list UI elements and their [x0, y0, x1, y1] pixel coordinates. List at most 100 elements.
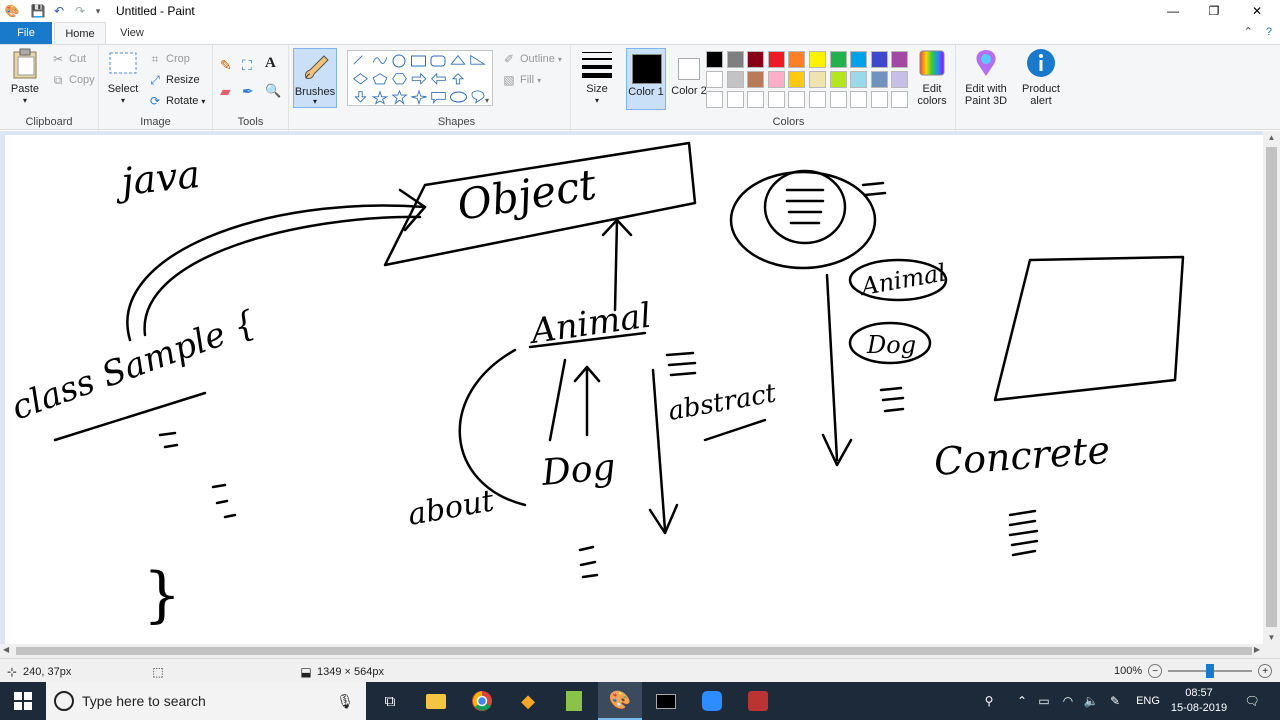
- color1-button[interactable]: Color 1: [626, 48, 666, 110]
- palette-swatch[interactable]: [788, 71, 806, 88]
- horizontal-scrollbar[interactable]: ◀ ▶: [0, 644, 1280, 658]
- palette-swatch[interactable]: [767, 51, 785, 68]
- shape-option-icon[interactable]: [451, 73, 465, 85]
- magnifier-icon[interactable]: 🔍: [265, 83, 281, 99]
- product-alert-button[interactable]: Product alert: [1018, 47, 1064, 107]
- tray-chevron-icon[interactable]: ⌃: [1012, 682, 1032, 720]
- palette-swatch[interactable]: [829, 51, 847, 68]
- shape-option-icon[interactable]: [471, 90, 485, 104]
- palette-swatch[interactable]: [870, 71, 888, 88]
- shape-option-icon[interactable]: [371, 90, 389, 105]
- shape-option-icon[interactable]: [392, 54, 406, 68]
- shape-option-icon[interactable]: [411, 89, 427, 105]
- clock[interactable]: 08:57 15-08-2019: [1164, 686, 1234, 716]
- restore-button[interactable]: ❐: [1191, 0, 1237, 22]
- palette-swatch[interactable]: [829, 71, 847, 88]
- shape-option-icon[interactable]: [354, 91, 367, 103]
- zoom-thumb[interactable]: [1206, 664, 1215, 678]
- help-icon[interactable]: ?: [1266, 26, 1272, 38]
- custom-color-slot[interactable]: [788, 91, 806, 108]
- shapes-more-icon[interactable]: ▾: [485, 96, 489, 105]
- shape-option-icon[interactable]: [431, 72, 446, 85]
- shape-option-icon[interactable]: [411, 55, 426, 67]
- outline-button[interactable]: ✐ Outline ▾: [501, 51, 562, 67]
- shape-option-icon[interactable]: [352, 73, 369, 85]
- notepad-plus-icon[interactable]: [552, 682, 596, 720]
- scroll-left-icon[interactable]: ◀: [3, 645, 9, 654]
- vertical-scrollbar[interactable]: ▲ ▼: [1263, 131, 1280, 644]
- custom-color-slot[interactable]: [706, 91, 723, 108]
- custom-color-slot[interactable]: [870, 91, 888, 108]
- text-tool-icon[interactable]: A: [265, 55, 276, 72]
- shape-option-icon[interactable]: [411, 72, 427, 85]
- horizontal-scroll-thumb[interactable]: [16, 647, 1252, 655]
- shape-option-icon[interactable]: [372, 73, 388, 85]
- paint-taskbar-icon[interactable]: 🎨: [598, 682, 642, 720]
- zoom-app-icon[interactable]: [690, 682, 734, 720]
- brushes-button[interactable]: Brushes ▾: [293, 48, 337, 108]
- shape-option-icon[interactable]: [431, 92, 446, 105]
- scroll-down-icon[interactable]: ▼: [1263, 633, 1280, 642]
- game-app-icon[interactable]: [736, 682, 780, 720]
- shape-option-icon[interactable]: [391, 89, 408, 105]
- language-indicator[interactable]: ENG: [1132, 682, 1164, 720]
- terminal-icon[interactable]: [644, 682, 688, 720]
- color-picker-icon[interactable]: ✒: [242, 83, 254, 100]
- zoom-out-icon[interactable]: −: [1148, 664, 1163, 678]
- custom-color-slot[interactable]: [850, 91, 868, 108]
- redo-icon[interactable]: ↷: [72, 3, 88, 19]
- zoom-in-icon[interactable]: +: [1258, 664, 1273, 678]
- edit-with-paint3d-button[interactable]: Edit with Paint 3D: [960, 47, 1012, 107]
- size-button[interactable]: Size ▾: [576, 47, 618, 107]
- task-view-icon[interactable]: ⧉: [368, 682, 412, 720]
- minimize-button[interactable]: —: [1150, 0, 1196, 22]
- fill-bucket-icon[interactable]: ⛶: [242, 57, 252, 74]
- crop-button[interactable]: ⌗ Crop: [147, 51, 190, 67]
- battery-icon[interactable]: ▭: [1034, 682, 1054, 720]
- git-app-icon[interactable]: ◆: [506, 682, 550, 720]
- shape-option-icon[interactable]: [372, 57, 388, 64]
- chrome-icon[interactable]: [460, 682, 504, 720]
- start-button[interactable]: [0, 682, 46, 720]
- scroll-right-icon[interactable]: ▶: [1254, 645, 1260, 654]
- fill-button[interactable]: ▧ Fill ▾: [501, 72, 541, 88]
- palette-swatch[interactable]: [747, 51, 765, 68]
- drawing-canvas[interactable]: java Object class Sample { } Animal Dog: [5, 135, 1265, 644]
- shape-option-icon[interactable]: [450, 55, 466, 65]
- custom-color-slot[interactable]: [747, 91, 765, 108]
- palette-swatch[interactable]: [767, 71, 785, 88]
- palette-swatch[interactable]: [870, 51, 888, 68]
- cut-button[interactable]: ✂ Cut: [50, 51, 86, 67]
- eraser-icon[interactable]: ▰: [220, 83, 231, 100]
- paste-button[interactable]: Paste ▾: [6, 47, 44, 107]
- palette-swatch[interactable]: [726, 71, 744, 88]
- notification-center-icon[interactable]: 🗨: [1240, 682, 1264, 720]
- tab-view[interactable]: View: [108, 22, 156, 44]
- pencil-icon[interactable]: ✎: [220, 57, 232, 74]
- palette-swatch[interactable]: [706, 51, 723, 68]
- edit-colors-button[interactable]: Edit colors: [914, 47, 950, 107]
- shape-option-icon[interactable]: [353, 55, 363, 65]
- palette-swatch[interactable]: [891, 51, 909, 68]
- palette-swatch[interactable]: [809, 71, 826, 88]
- custom-color-slot[interactable]: [809, 91, 826, 108]
- microphone-icon[interactable]: 🎙: [336, 693, 354, 710]
- tab-file[interactable]: File: [0, 22, 52, 44]
- shape-option-icon[interactable]: [430, 55, 446, 67]
- undo-icon[interactable]: ↶: [51, 3, 67, 19]
- palette-swatch[interactable]: [706, 71, 723, 88]
- save-icon[interactable]: 💾: [30, 3, 46, 19]
- tab-home[interactable]: Home: [54, 22, 106, 44]
- palette-swatch[interactable]: [747, 71, 765, 88]
- paint-app-icon[interactable]: 🎨: [4, 3, 20, 19]
- shape-option-icon[interactable]: [450, 91, 467, 103]
- resize-button[interactable]: ⤢ Resize: [147, 72, 199, 88]
- select-button[interactable]: Select ▾: [105, 47, 141, 107]
- color2-button[interactable]: Color 2: [670, 48, 708, 110]
- palette-swatch[interactable]: [809, 51, 826, 68]
- wifi-icon[interactable]: ◠: [1056, 682, 1080, 720]
- taskbar-search[interactable]: Type here to search 🎙: [46, 682, 366, 720]
- palette-swatch[interactable]: [891, 71, 909, 88]
- file-explorer-icon[interactable]: [414, 682, 458, 720]
- scroll-up-icon[interactable]: ▲: [1263, 133, 1280, 142]
